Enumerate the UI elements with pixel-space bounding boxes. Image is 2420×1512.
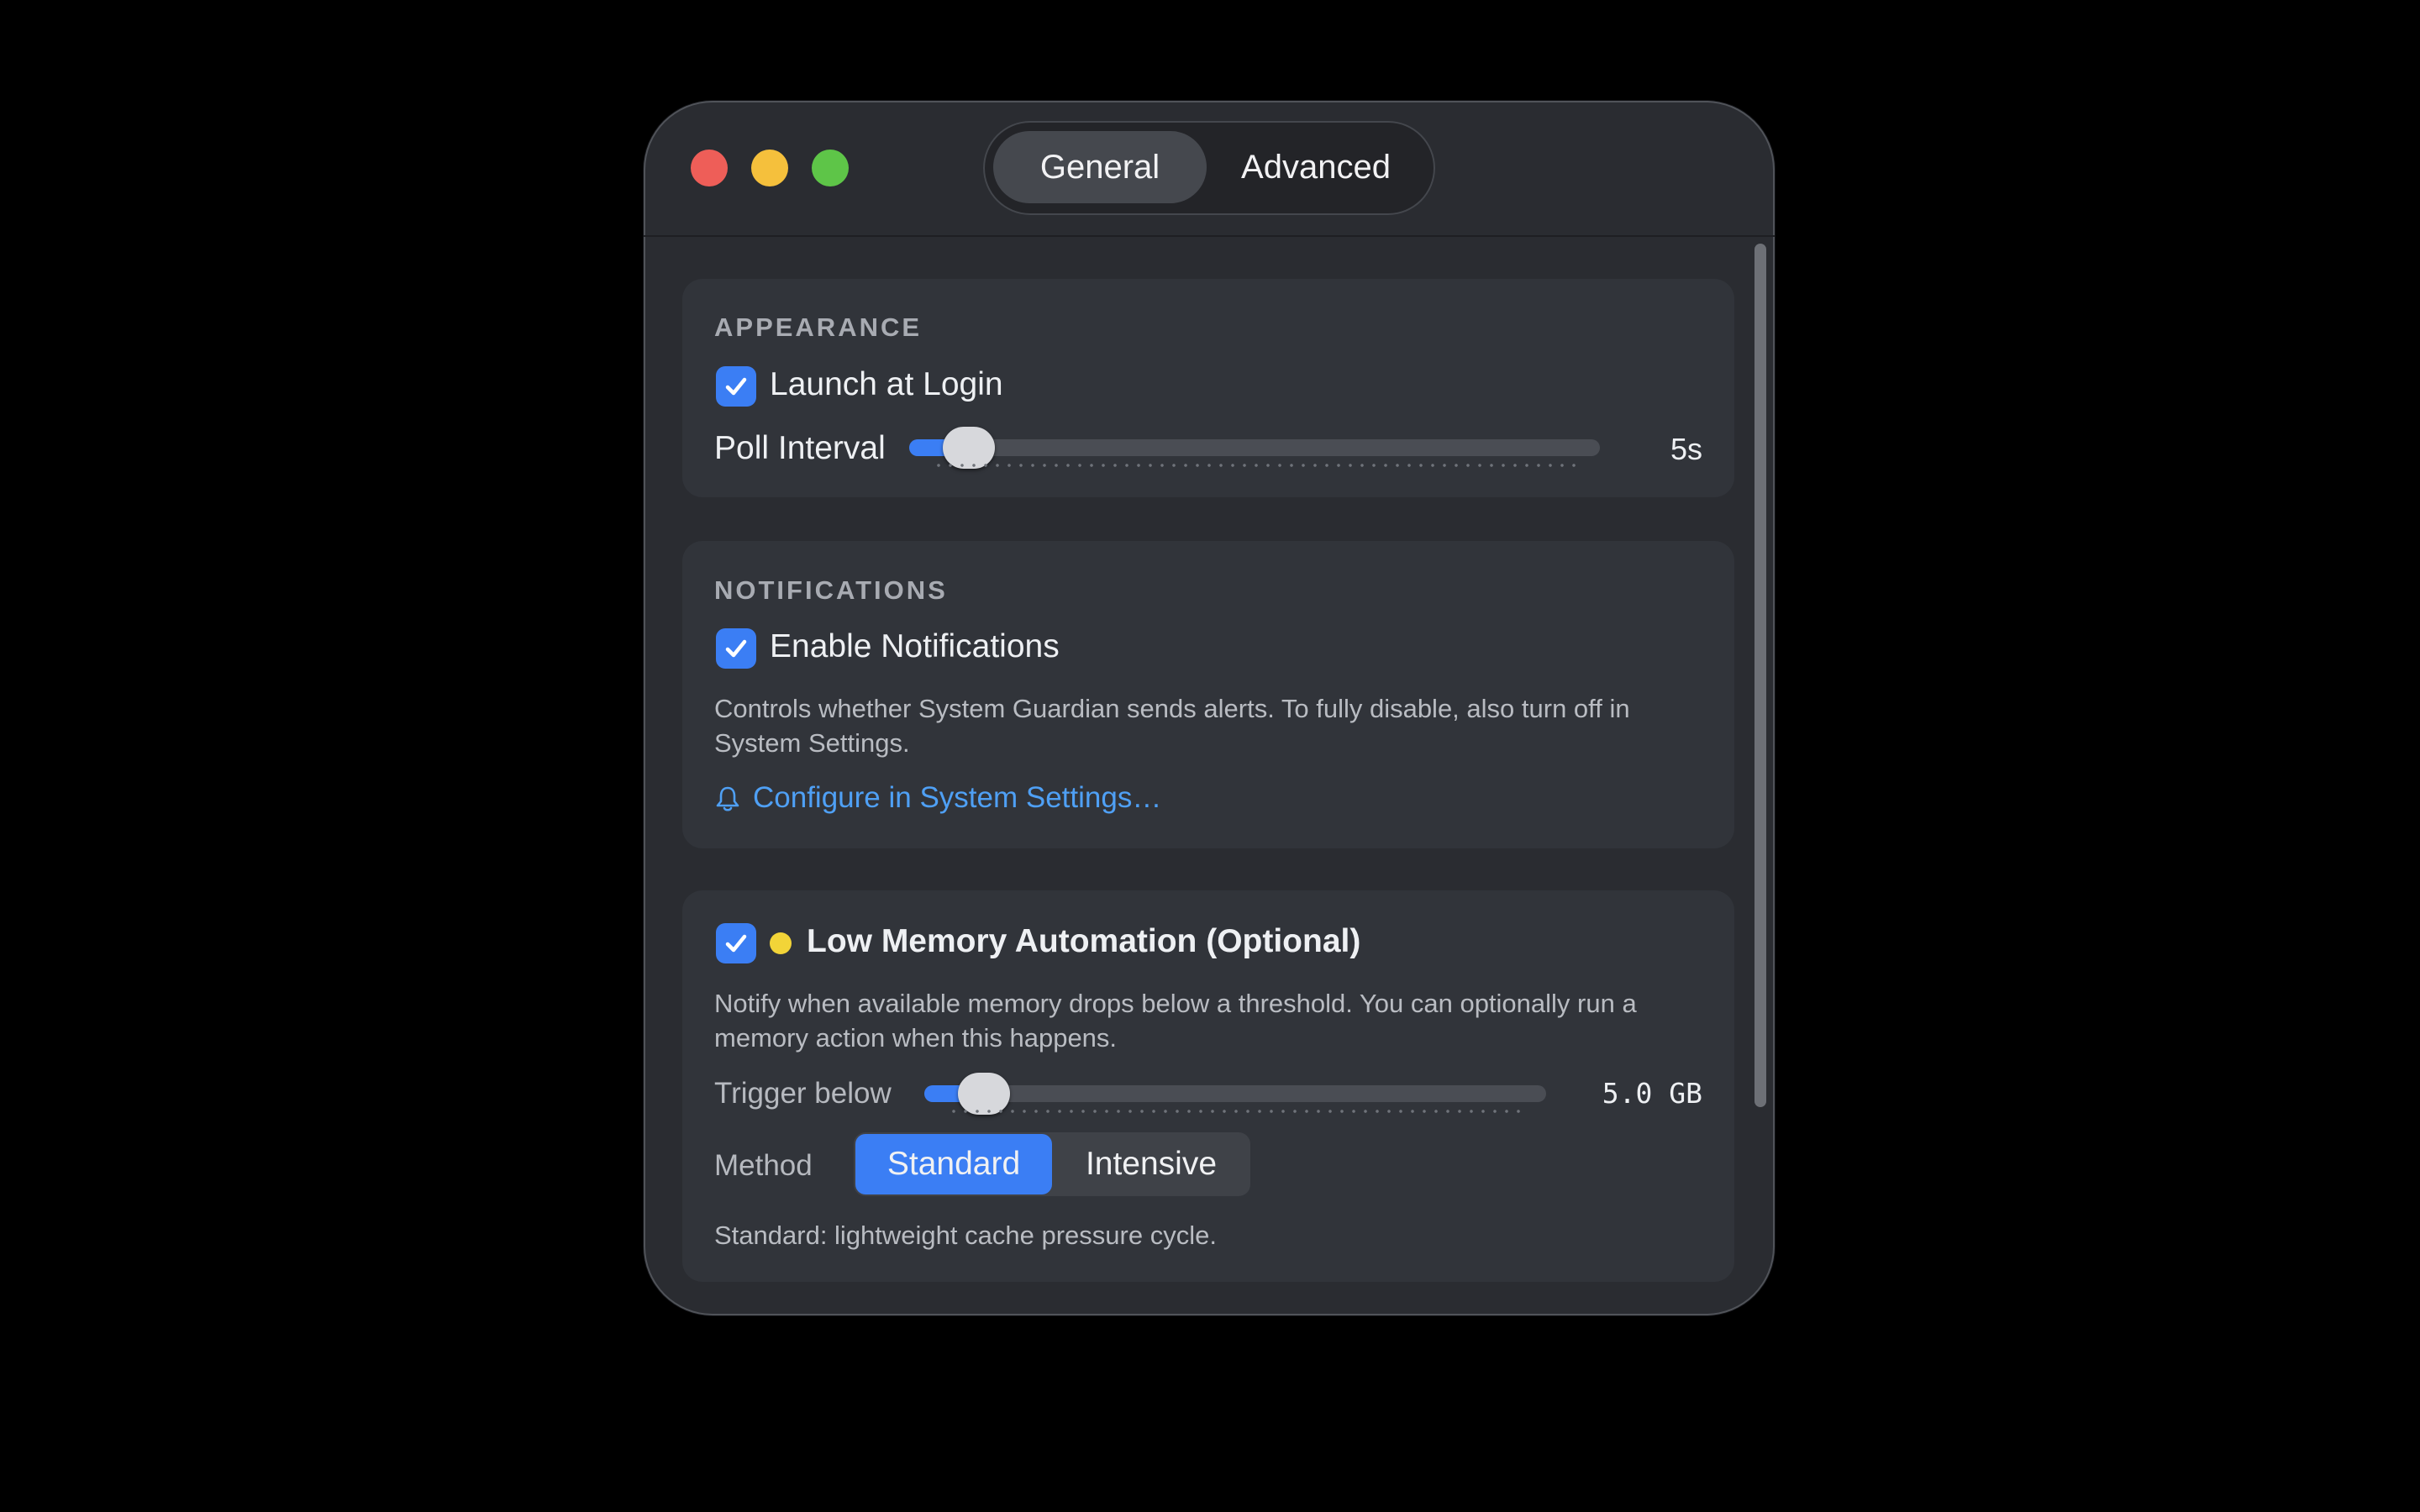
vertical-scrollbar[interactable] [1754,244,1766,1107]
launch-at-login-label: Launch at Login [770,366,1003,402]
low-memory-title: Low Memory Automation (Optional) [807,923,1361,959]
checkmark-icon [725,639,747,658]
poll-interval-label: Poll Interval [714,430,886,466]
trigger-threshold-value: 5.0 GB [1602,1077,1702,1110]
method-intensive-option[interactable]: Intensive [1054,1134,1249,1194]
poll-interval-slider-knob[interactable] [943,427,995,469]
method-standard-option[interactable]: Standard [855,1134,1052,1194]
appearance-section-title: APPEARANCE [714,312,923,342]
checkmark-icon [725,934,747,953]
trigger-threshold-slider[interactable] [924,1085,1546,1102]
enable-notifications-checkbox[interactable] [716,628,756,669]
method-label: Method [714,1149,813,1182]
trigger-threshold-ticks [948,1110,1526,1113]
checkmark-icon [725,377,747,396]
launch-at-login-checkbox[interactable] [716,366,756,407]
configure-system-settings-link[interactable]: Configure in System Settings… [753,781,1161,815]
enable-notifications-label: Enable Notifications [770,628,1060,664]
zoom-button[interactable] [812,150,849,186]
close-button[interactable] [691,150,728,186]
low-memory-description: Notify when available memory drops below… [714,989,1637,1053]
notifications-description: Controls whether System Guardian sends a… [714,694,1630,758]
trigger-below-label: Trigger below [714,1077,892,1110]
method-segmented-control: Standard Intensive [854,1132,1250,1196]
status-dot-icon [770,932,792,954]
poll-interval-ticks [933,464,1576,467]
method-description: Standard: lightweight cache pressure cyc… [714,1221,1217,1250]
tab-bar: General Advanced [983,121,1435,215]
tab-general[interactable]: General [993,131,1207,203]
trigger-threshold-slider-knob[interactable] [958,1073,1010,1115]
minimize-button[interactable] [751,150,788,186]
low-memory-checkbox[interactable] [716,923,756,963]
poll-interval-slider[interactable] [909,439,1600,456]
tab-advanced[interactable]: Advanced [1207,131,1425,203]
notifications-section-title: NOTIFICATIONS [714,575,948,605]
poll-interval-value: 5s [1670,432,1702,466]
bell-icon [716,786,739,811]
